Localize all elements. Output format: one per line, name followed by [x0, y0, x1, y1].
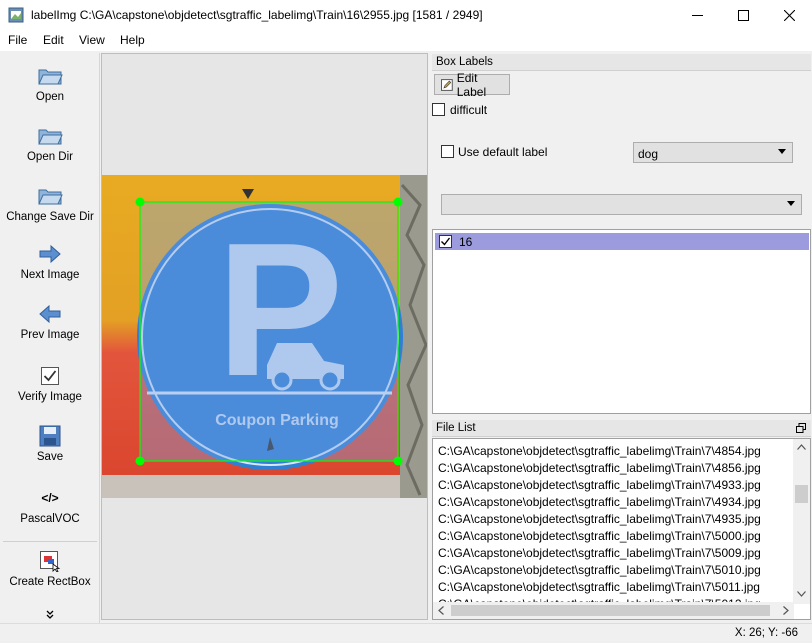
edit-icon	[441, 78, 453, 91]
file-list-vertical-scrollbar[interactable]	[793, 439, 810, 604]
format-label: PascalVOC	[20, 513, 80, 525]
folder-icon	[37, 123, 63, 149]
status-bar: X: 26; Y: -66	[0, 623, 812, 643]
file-list-title: File List	[436, 422, 476, 434]
chevron-down-icon	[787, 201, 795, 206]
file-list-item[interactable]: C:\GA\capstone\objdetect\sgtraffic_label…	[438, 444, 761, 458]
checkbox-checked-icon	[37, 363, 63, 389]
default-label-select[interactable]: dog	[633, 142, 793, 163]
prev-image-button[interactable]: Prev Image	[0, 301, 100, 341]
traffic-sign-photo: P Coupon Parking	[102, 175, 427, 498]
menu-help[interactable]: Help	[120, 33, 145, 47]
label-item-text: 16	[459, 235, 473, 249]
file-list-item[interactable]: C:\GA\capstone\objdetect\sgtraffic_label…	[438, 546, 761, 560]
app-icon	[8, 7, 24, 23]
chevron-down-icon	[778, 149, 786, 154]
folder-icon	[37, 183, 63, 209]
menu-file[interactable]: File	[8, 33, 27, 47]
open-button[interactable]: Open	[0, 63, 100, 103]
save-label: Save	[36, 451, 64, 463]
minimize-button[interactable]	[674, 0, 720, 30]
close-icon	[783, 9, 795, 21]
verify-image-button[interactable]: Verify Image	[0, 363, 100, 403]
box-handle-bottom-right[interactable]	[393, 456, 403, 466]
file-list-item[interactable]: C:\GA\capstone\objdetect\sgtraffic_label…	[438, 580, 760, 594]
arrow-left-icon	[37, 301, 63, 327]
next-image-label: Next Image	[20, 269, 80, 281]
next-image-button[interactable]: Next Image	[0, 241, 100, 281]
rectbox-icon	[37, 548, 63, 574]
toolbar-separator	[3, 541, 97, 542]
create-rectbox-button[interactable]: Create RectBox	[0, 548, 100, 588]
maximize-button[interactable]	[720, 0, 766, 30]
menu-bar: File Edit View Help	[0, 30, 812, 51]
difficult-checkbox[interactable]	[432, 103, 445, 116]
create-rectbox-label: Create RectBox	[9, 576, 91, 588]
edit-label-button[interactable]: Edit Label	[434, 71, 510, 99]
box-handle-top-right[interactable]	[393, 197, 403, 207]
file-list-item[interactable]: C:\GA\capstone\objdetect\sgtraffic_label…	[438, 461, 761, 475]
float-dock-icon[interactable]	[796, 423, 806, 433]
file-list-item[interactable]: C:\GA\capstone\objdetect\sgtraffic_label…	[438, 478, 761, 492]
chevron-down-icon[interactable]	[797, 591, 806, 597]
chevron-right-icon[interactable]	[783, 606, 789, 615]
box-labels-title: Box Labels	[436, 56, 493, 68]
chevron-left-icon[interactable]	[438, 606, 444, 615]
label-select[interactable]	[441, 194, 802, 215]
default-label-value: dog	[638, 147, 659, 161]
chevron-up-icon[interactable]	[797, 444, 806, 450]
code-icon: </>	[41, 491, 59, 505]
floppy-disk-icon	[37, 423, 63, 449]
toolbar-expand-button[interactable]	[0, 609, 100, 623]
save-button[interactable]: Save	[0, 423, 100, 463]
label-list-item[interactable]: 16	[435, 233, 809, 250]
folder-icon	[37, 63, 63, 89]
format-button[interactable]: </> PascalVOC	[0, 485, 100, 525]
file-list-item[interactable]: C:\GA\capstone\objdetect\sgtraffic_label…	[438, 563, 761, 577]
chevron-double-down-icon	[46, 610, 54, 619]
use-default-label-checkbox[interactable]	[441, 145, 454, 158]
toolbar: Open Open Dir Change Save Dir Next Image…	[0, 53, 100, 623]
scrollbar-thumb[interactable]	[795, 485, 808, 503]
menu-view[interactable]: View	[79, 33, 105, 47]
difficult-label: difficult	[450, 103, 488, 117]
maximize-icon	[737, 9, 749, 21]
label-list: 16	[432, 229, 811, 414]
close-button[interactable]	[766, 0, 812, 30]
file-list-header: File List	[432, 420, 811, 437]
change-save-dir-button[interactable]: Change Save Dir	[0, 183, 100, 223]
box-handle-bottom-left[interactable]	[135, 456, 145, 466]
change-save-dir-label: Change Save Dir	[6, 211, 94, 223]
checkbox-checked-icon[interactable]	[439, 235, 452, 248]
box-handle-top-left[interactable]	[135, 197, 145, 207]
bounding-box[interactable]	[139, 201, 399, 462]
file-list-item[interactable]: C:\GA\capstone\objdetect\sgtraffic_label…	[438, 512, 761, 526]
file-list-horizontal-scrollbar[interactable]	[433, 602, 794, 619]
cursor-coordinates: X: 26; Y: -66	[734, 627, 798, 639]
box-labels-header: Box Labels	[432, 54, 811, 71]
minimize-icon	[691, 14, 703, 16]
window-title: labelImg C:\GA\capstone\objdetect\sgtraf…	[31, 8, 483, 22]
open-dir-button[interactable]: Open Dir	[0, 123, 100, 163]
file-list-item[interactable]: C:\GA\capstone\objdetect\sgtraffic_label…	[438, 495, 761, 509]
arrow-right-icon	[37, 241, 63, 267]
title-bar: labelImg C:\GA\capstone\objdetect\sgtraf…	[0, 0, 812, 30]
open-label: Open	[35, 91, 65, 103]
prev-image-label: Prev Image	[20, 329, 80, 341]
file-list: C:\GA\capstone\objdetect\sgtraffic_label…	[432, 438, 811, 620]
scrollbar-thumb[interactable]	[451, 605, 770, 616]
verify-image-label: Verify Image	[18, 391, 82, 403]
menu-edit[interactable]: Edit	[43, 33, 64, 47]
edit-label-text: Edit Label	[456, 70, 487, 99]
file-list-item[interactable]: C:\GA\capstone\objdetect\sgtraffic_label…	[438, 529, 761, 543]
use-default-label-text: Use default label	[458, 145, 548, 159]
image-canvas[interactable]: P Coupon Parking	[101, 53, 428, 620]
open-dir-label: Open Dir	[26, 151, 74, 163]
